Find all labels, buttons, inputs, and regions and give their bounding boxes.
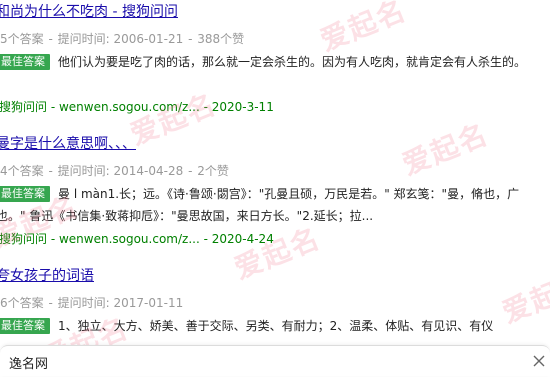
question-time: 2006-01-21 — [113, 32, 184, 46]
result-item: 和尚为什么不吃肉 - 搜狗问问 5个答案 - 提问时间: 2006-01-21 … — [0, 2, 550, 116]
result-meta: 4个答案 - 提问时间: 2014-04-28 - 2个赞 — [0, 164, 229, 178]
bottom-bar: 逸名网 — [0, 345, 550, 376]
result-meta: 5个答案 - 提问时间: 2006-01-21 - 388个赞 — [0, 32, 245, 46]
best-answer-badge: 最佳答案 — [0, 186, 50, 202]
close-icon[interactable] — [532, 354, 546, 368]
result-meta: 6个答案 - 提问时间: 2017-01-11 — [0, 296, 184, 310]
result-answer: 最佳答案曼 l màn1.长；远。《诗·鲁颂·閟宫》："孔曼且硕，万民是若。" … — [0, 183, 548, 227]
best-answer-badge: 最佳答案 — [0, 318, 50, 334]
result-title-link[interactable]: 曼字是什么意思啊、、、 — [0, 134, 550, 154]
answers-count: 4个答案 — [0, 164, 44, 178]
time-label: 提问时间: — [57, 164, 110, 178]
time-label: 提问时间: — [57, 296, 110, 310]
time-label: 提问时间: — [57, 32, 110, 46]
result-title-link[interactable]: 和尚为什么不吃肉 - 搜狗问问 — [0, 2, 550, 22]
question-time: 2017-01-11 — [113, 296, 184, 310]
result-item: 曼字是什么意思啊、、、 4个答案 - 提问时间: 2014-04-28 - 2个… — [0, 134, 550, 248]
answers-count: 6个答案 — [0, 296, 44, 310]
best-answer-badge: 最佳答案 — [0, 54, 50, 70]
answer-text: 他们认为要是吃了肉的话，那么就一定会杀生的。因为有人吃肉，就肯定会有人杀生的。 — [58, 55, 527, 69]
result-title-link[interactable]: 夸女孩子的词语 — [0, 266, 550, 286]
likes-count: 388个赞 — [197, 32, 245, 46]
question-time: 2014-04-28 — [113, 164, 184, 178]
result-source-link[interactable]: 搜狗问问 - wenwen.sogou.com/z... - 2020-4-24 — [0, 230, 550, 248]
result-answer: 最佳答案 他们认为要是吃了肉的话，那么就一定会杀生的。因为有人吃肉，就肯定会有人杀… — [0, 51, 548, 95]
answers-count: 5个答案 — [0, 32, 44, 46]
answer-text: 曼 l màn1.长；远。《诗·鲁颂·閟宫》："孔曼且硕，万民是若。" 郑玄笺：… — [0, 187, 520, 223]
likes-count: 2个赞 — [197, 164, 229, 178]
answer-text: 1、独立、大方、娇美、善于交际、另类、有耐力；2、温柔、体贴、有见识、有仪 — [58, 319, 494, 333]
result-source-link[interactable]: 搜狗问问 - wenwen.sogou.com/z... - 2020-3-11 — [0, 98, 550, 116]
site-name: 逸名网 — [9, 357, 49, 372]
